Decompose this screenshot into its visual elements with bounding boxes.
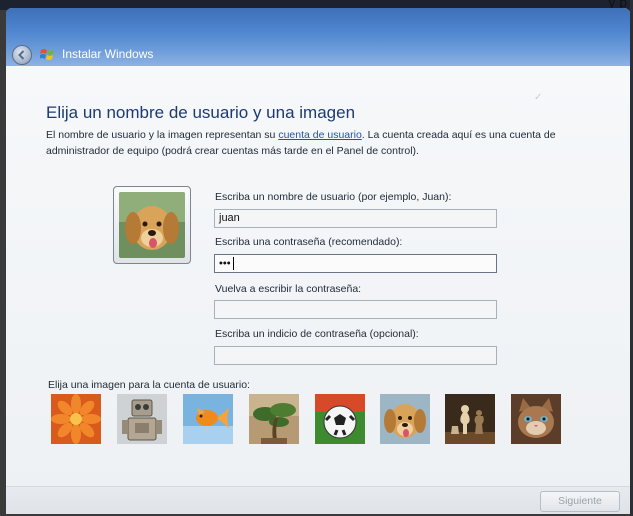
footer-bar (6, 487, 630, 514)
flower-picture-icon[interactable] (51, 394, 101, 444)
window-title: Instalar Windows (62, 47, 154, 61)
password-confirm-input[interactable] (214, 300, 497, 319)
description-text: El nombre de usuario y la imagen represe… (46, 129, 279, 141)
picture-picker-label: Elija una imagen para la cuenta de usuar… (48, 379, 250, 391)
page-description: El nombre de usuario y la imagen represe… (46, 127, 606, 159)
goldfish-picture-icon[interactable] (183, 394, 233, 444)
text-caret (232, 257, 234, 270)
arrow-left-icon (18, 50, 25, 60)
bonsai-tree-picture-icon[interactable] (249, 394, 299, 444)
password-confirm-label: Vuelva a escribir la contraseña: (215, 283, 362, 295)
back-button[interactable] (12, 45, 32, 65)
username-input[interactable]: juan (214, 209, 497, 228)
password-label: Escriba una contraseña (recomendado): (215, 236, 403, 248)
username-value: juan (219, 212, 240, 224)
password-value: ••• (219, 257, 231, 270)
selected-avatar (113, 186, 191, 264)
title-bar: Instalar Windows (6, 8, 630, 66)
dog-picture-icon[interactable] (380, 394, 430, 444)
setup-window: Instalar Windows Elija un nombre de usua… (6, 8, 630, 514)
soccer-ball-picture-icon[interactable] (315, 394, 365, 444)
decorative-mark: ✓ (534, 92, 543, 103)
kitten-picture-icon[interactable] (511, 394, 561, 444)
user-account-link[interactable]: cuenta de usuario (278, 129, 361, 141)
chess-pieces-picture-icon[interactable] (445, 394, 495, 444)
password-hint-label: Escriba un indicio de contraseña (opcion… (215, 328, 419, 340)
page-title: Elija un nombre de usuario y una imagen (46, 103, 356, 123)
username-label: Escriba un nombre de usuario (por ejempl… (215, 191, 452, 203)
dog-photo-icon (119, 192, 185, 258)
password-input[interactable]: ••• (214, 254, 497, 273)
password-hint-input[interactable] (214, 346, 497, 365)
robot-picture-icon[interactable] (117, 394, 167, 444)
windows-logo-icon (40, 49, 54, 60)
content-area: Elija un nombre de usuario y una imagen … (6, 66, 630, 488)
next-button[interactable]: Siguiente (540, 491, 620, 512)
